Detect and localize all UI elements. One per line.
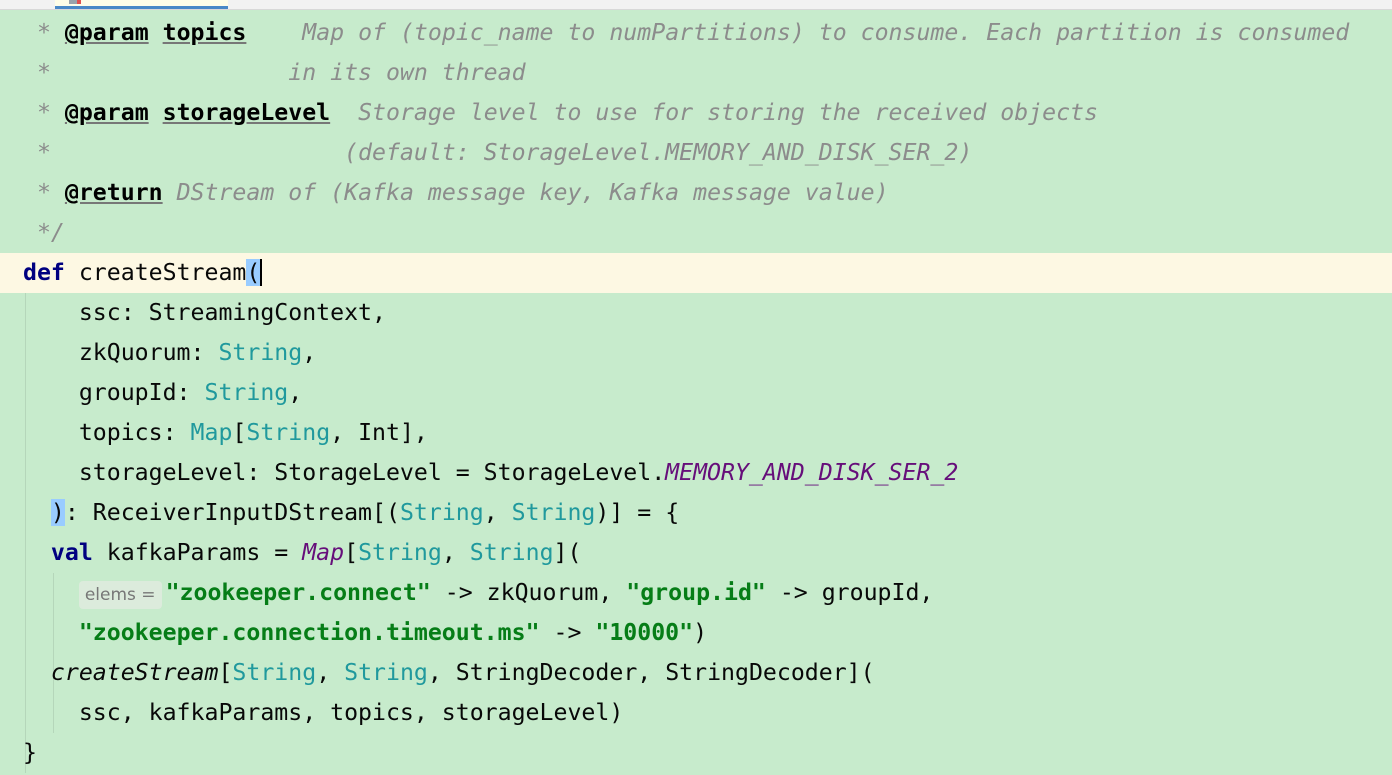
code-token: String [246, 419, 331, 446]
code-token: DStream of (Kafka message key, Kafka mes… [162, 179, 889, 206]
code-editor[interactable]: * @param topics Map of (topic_name to nu… [0, 13, 1392, 773]
code-line[interactable]: ): ReceiverInputDStream[(String, String)… [0, 493, 1392, 533]
code-token: @return [64, 179, 163, 206]
editor-tab-active[interactable] [55, 0, 228, 9]
code-token: } [23, 739, 37, 766]
file-icon [69, 0, 81, 4]
code-token: zkQuorum: [23, 339, 219, 366]
code-line[interactable]: storageLevel: StorageLevel = StorageLeve… [0, 453, 1392, 493]
code-token: , [302, 339, 317, 366]
code-token: String [399, 499, 484, 526]
code-line[interactable]: "zookeeper.connection.timeout.ms" -> "10… [0, 613, 1392, 653]
code-token: String [204, 379, 289, 406]
code-token: , [483, 499, 512, 526]
code-line[interactable]: ssc: StreamingContext, [0, 293, 1392, 333]
code-token: : ReceiverInputDStream[( [64, 499, 400, 526]
code-token: [ [218, 659, 233, 686]
code-token: topics [162, 19, 247, 46]
code-line[interactable]: elems = "zookeeper.connect" -> zkQuorum, … [0, 573, 1392, 613]
code-token: [ [344, 539, 359, 566]
code-token: * (default: StorageLevel.MEMORY_AND_DISK… [23, 139, 973, 166]
code-line[interactable]: * @param storageLevel Storage level to u… [0, 93, 1392, 133]
code-token: MEMORY_AND_DISK_SER_2 [665, 459, 959, 486]
code-token: -> [539, 619, 596, 646]
code-token: String [469, 539, 554, 566]
code-token: createStream [64, 259, 247, 286]
code-line[interactable]: * in its own thread [0, 53, 1392, 93]
code-token: )] = { [595, 499, 680, 526]
code-token: * [23, 99, 65, 126]
code-line[interactable]: */ [0, 213, 1392, 253]
code-token: "zookeeper.connect" [165, 579, 431, 606]
code-token: */ [23, 219, 65, 246]
code-line[interactable]: groupId: String, [0, 373, 1392, 413]
code-token: val [50, 539, 93, 566]
code-token: , [288, 379, 303, 406]
code-token: "group.id" [626, 579, 766, 606]
code-token: @param [64, 99, 149, 126]
code-token: ) [693, 619, 708, 646]
code-line[interactable]: createStream[String, String, StringDecod… [0, 653, 1392, 693]
code-token: ( [246, 259, 263, 286]
code-token: kafkaParams = [92, 539, 303, 566]
code-token: String [344, 659, 428, 686]
code-token: ) [50, 499, 65, 526]
code-token: def [23, 259, 65, 286]
code-token: storageLevel: StorageLevel = StorageLeve… [23, 459, 666, 486]
editor-tab-bar [0, 0, 1392, 10]
code-token: * [23, 19, 65, 46]
code-token: ssc, kafkaParams, topics, storageLevel) [23, 699, 624, 726]
code-token: String [218, 339, 303, 366]
code-token: * in its own thread [23, 59, 526, 86]
code-token: createStream [50, 659, 219, 686]
code-token: "zookeeper.connection.timeout.ms" [78, 619, 540, 646]
code-token: , StringDecoder, StringDecoder]( [427, 659, 875, 686]
code-token: Map [190, 419, 233, 446]
code-token: groupId: [23, 379, 205, 406]
code-token: String [511, 499, 596, 526]
code-token: Storage level to use for storing the rec… [330, 99, 1098, 126]
code-line[interactable]: zkQuorum: String, [0, 333, 1392, 373]
code-line[interactable]: topics: Map[String, Int], [0, 413, 1392, 453]
code-token: ]( [553, 539, 582, 566]
code-token: -> zkQuorum, [430, 579, 627, 606]
code-token: , [441, 539, 470, 566]
code-token: "10000" [595, 619, 694, 646]
code-line[interactable]: * @param topics Map of (topic_name to nu… [0, 13, 1392, 53]
code-token: , [316, 659, 345, 686]
code-token: ssc: StreamingContext, [23, 299, 386, 326]
code-token: Map of (topic_name to numPartitions) to … [246, 19, 1350, 46]
code-token: String [232, 659, 317, 686]
code-token: storageLevel [162, 99, 331, 126]
code-token: String [358, 539, 442, 566]
code-line-current[interactable]: def createStream( [0, 253, 1392, 293]
code-token: topics: [23, 419, 191, 446]
code-token: @param [64, 19, 149, 46]
code-line[interactable]: * @return DStream of (Kafka message key,… [0, 173, 1392, 213]
code-line[interactable]: ssc, kafkaParams, topics, storageLevel) [0, 693, 1392, 733]
inlay-hint: elems = [78, 581, 162, 609]
code-line[interactable]: val kafkaParams = Map[String, String]( [0, 533, 1392, 573]
code-token: * [23, 179, 65, 206]
code-token: [ [232, 419, 247, 446]
code-line[interactable]: * (default: StorageLevel.MEMORY_AND_DISK… [0, 133, 1392, 173]
code-token: Map [302, 539, 345, 566]
code-token: -> groupId, [765, 579, 934, 606]
code-line[interactable]: } [0, 733, 1392, 773]
code-token: , Int], [330, 419, 428, 446]
